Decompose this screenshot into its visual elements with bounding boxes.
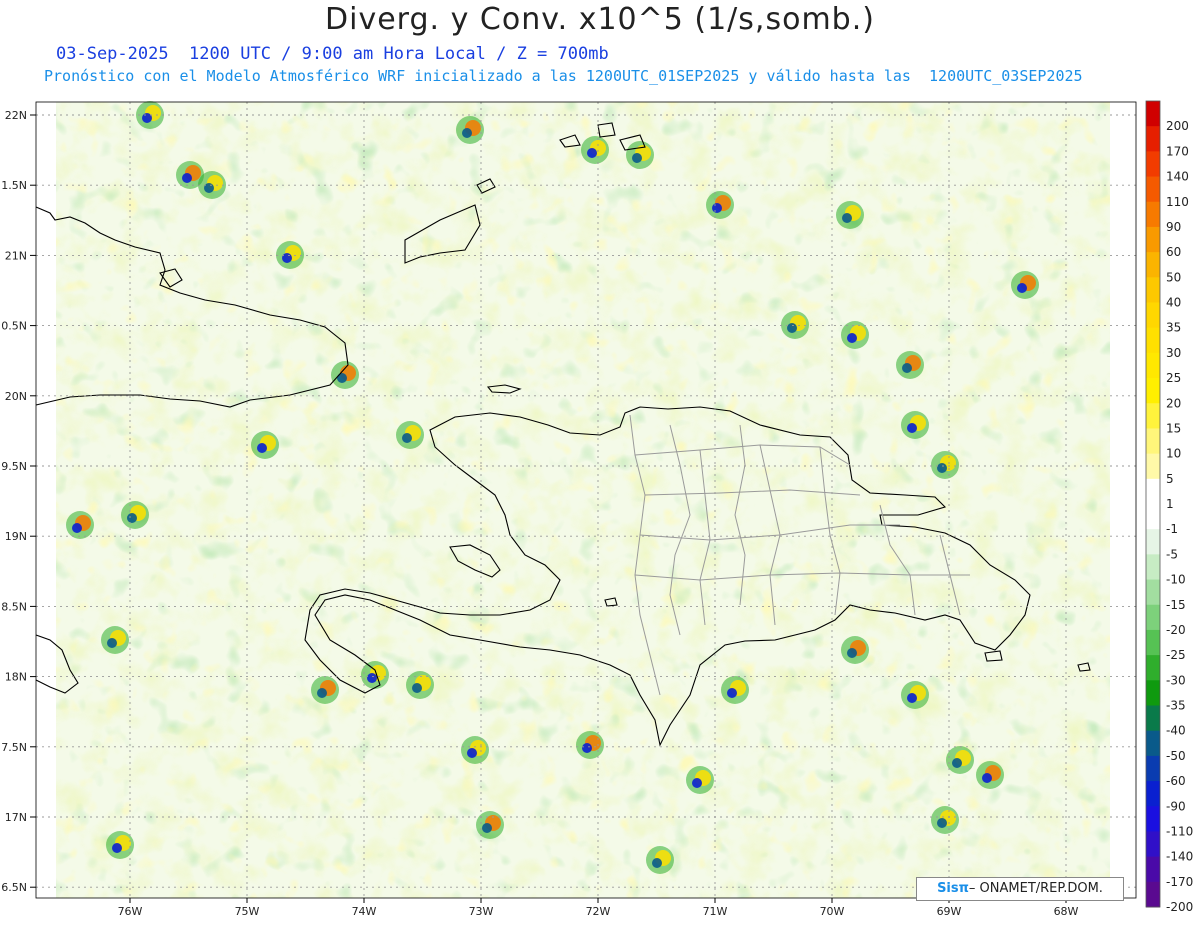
colorbar-segment — [1146, 705, 1160, 732]
colorbar-label: 15 — [1166, 421, 1181, 435]
colorbar-segment — [1146, 856, 1160, 883]
colorbar-segment — [1146, 629, 1160, 656]
lon-tick-label: 76W — [118, 905, 143, 918]
colorbar-label: 10 — [1166, 447, 1181, 461]
colorbar-label: -35 — [1166, 699, 1186, 713]
colorbar-label: 25 — [1166, 371, 1181, 385]
colorbar-segment — [1146, 504, 1160, 530]
colorbar-segment — [1146, 579, 1160, 606]
colorbar-label: -140 — [1166, 850, 1193, 864]
colorbar-segment — [1146, 126, 1160, 152]
colorbar-label: 35 — [1166, 321, 1181, 335]
colorbar-label: 30 — [1166, 346, 1181, 360]
colorbar-segment — [1146, 302, 1160, 329]
colorbar-segment — [1146, 352, 1160, 379]
divergence-map: 22N 1.5N 21N 0.5N 20N 9.5N 19N 8.5N 18N 7.5N 17N 6.… — [1, 100, 1193, 918]
colorbar-segment — [1146, 252, 1160, 278]
colorbar-label: -50 — [1166, 749, 1186, 763]
lon-tick-label: 74W — [352, 905, 377, 918]
colorbar-label: -15 — [1166, 598, 1186, 612]
colorbar-label: 60 — [1166, 245, 1181, 259]
colorbar-segment — [1146, 201, 1160, 228]
lat-tick-label: 18N — [5, 671, 27, 684]
lat-tick-label: 1.5N — [1, 179, 27, 192]
latitude-labels: 22N 1.5N 21N 0.5N 20N 9.5N 19N 8.5N 18N 7.5N 17N 6.… — [1, 109, 36, 894]
colorbar-label: -30 — [1166, 673, 1186, 687]
colorbar-segment — [1146, 655, 1160, 681]
lat-tick-label: 21N — [5, 249, 27, 262]
lat-tick-label: 9.5N — [1, 460, 27, 473]
colorbar-label: 40 — [1166, 296, 1181, 310]
lon-tick-label: 68W — [1054, 905, 1079, 918]
lon-tick-label: 72W — [586, 905, 611, 918]
lat-tick-label: 17N — [5, 811, 27, 824]
colorbar-label: 110 — [1166, 195, 1189, 209]
sispi-logo: Sisπ — [937, 881, 969, 896]
colorbar-segment — [1146, 403, 1160, 429]
colorbar-segment — [1146, 453, 1160, 480]
lat-tick-label: 20N — [5, 390, 27, 403]
credit-text: – ONAMET/REP.DOM. — [968, 881, 1103, 896]
colorbar-label: -40 — [1166, 724, 1186, 738]
colorbar-label: 90 — [1166, 220, 1181, 234]
lat-tick-label: 19N — [5, 530, 27, 543]
colorbar-label: 140 — [1166, 170, 1189, 184]
longitude-labels: 76W 75W 74W 73W 72W 71W 70W 69W 68W — [118, 898, 1079, 918]
valid-time-line: 03-Sep-2025 1200 UTC / 9:00 am Hora Loca… — [56, 44, 609, 64]
lat-tick-label: 7.5N — [1, 741, 27, 754]
colorbar-label: 200 — [1166, 119, 1189, 133]
colorbar-segment — [1146, 881, 1160, 908]
colorbar-label: 1 — [1166, 497, 1174, 511]
colorbar-segment — [1146, 604, 1160, 631]
colorbar-segment — [1146, 176, 1160, 203]
colorbar-label: -170 — [1166, 875, 1193, 889]
map-title: Diverg. y Conv. x10^5 (1/s,somb.) — [325, 2, 875, 37]
colorbar-segment — [1146, 151, 1160, 178]
lon-tick-label: 70W — [820, 905, 845, 918]
colorbar-segment — [1146, 680, 1160, 706]
colorbar-segment — [1146, 101, 1160, 127]
colorbar-segment — [1146, 781, 1160, 807]
colorbar-label: 20 — [1166, 396, 1181, 410]
model-info-line: Pronóstico con el Modelo Atmosférico WRF… — [44, 67, 1083, 85]
lon-tick-label: 75W — [235, 905, 260, 918]
lon-tick-label: 71W — [703, 905, 728, 918]
colorbar-label: -5 — [1166, 547, 1178, 561]
colorbar-segment — [1146, 831, 1160, 858]
colorbar-segment — [1146, 478, 1160, 505]
colorbar-segment — [1146, 277, 1160, 303]
colorbar-segment — [1146, 378, 1160, 404]
colorbar-label: -200 — [1166, 900, 1193, 914]
shaded-field — [56, 101, 1110, 898]
colorbar-label: -60 — [1166, 774, 1186, 788]
colorbar-label: -20 — [1166, 623, 1186, 637]
credit-box: Sisπ– ONAMET/REP.DOM. — [916, 877, 1124, 901]
colorbar-segment — [1146, 730, 1160, 757]
colorbar-segment — [1146, 806, 1160, 832]
colorbar-label: -10 — [1166, 573, 1186, 587]
lon-tick-label: 73W — [469, 905, 494, 918]
colorbar-label: 5 — [1166, 472, 1174, 486]
colorbar-segment — [1146, 226, 1160, 253]
lon-tick-label: 69W — [937, 905, 962, 918]
colorbar-label: -110 — [1166, 824, 1193, 838]
colorbar-label: -25 — [1166, 648, 1186, 662]
lat-tick-label: 8.5N — [1, 600, 27, 613]
lat-tick-label: 0.5N — [1, 320, 27, 333]
colorbar: 200 170 140 110 90 60 50 40 35 30 25 20 15 10 5 1 -1 -5 -1… — [1145, 100, 1193, 914]
lat-tick-label: 22N — [5, 109, 27, 122]
colorbar-label: -1 — [1166, 522, 1178, 536]
colorbar-label: -90 — [1166, 799, 1186, 813]
colorbar-label: 50 — [1166, 270, 1181, 284]
colorbar-segment — [1146, 529, 1160, 555]
colorbar-label: 170 — [1166, 144, 1189, 158]
colorbar-segment — [1146, 554, 1160, 581]
lat-tick-label: 6.5N — [1, 881, 27, 894]
colorbar-segment — [1146, 755, 1160, 782]
colorbar-segment — [1146, 428, 1160, 455]
colorbar-segment — [1146, 327, 1160, 354]
